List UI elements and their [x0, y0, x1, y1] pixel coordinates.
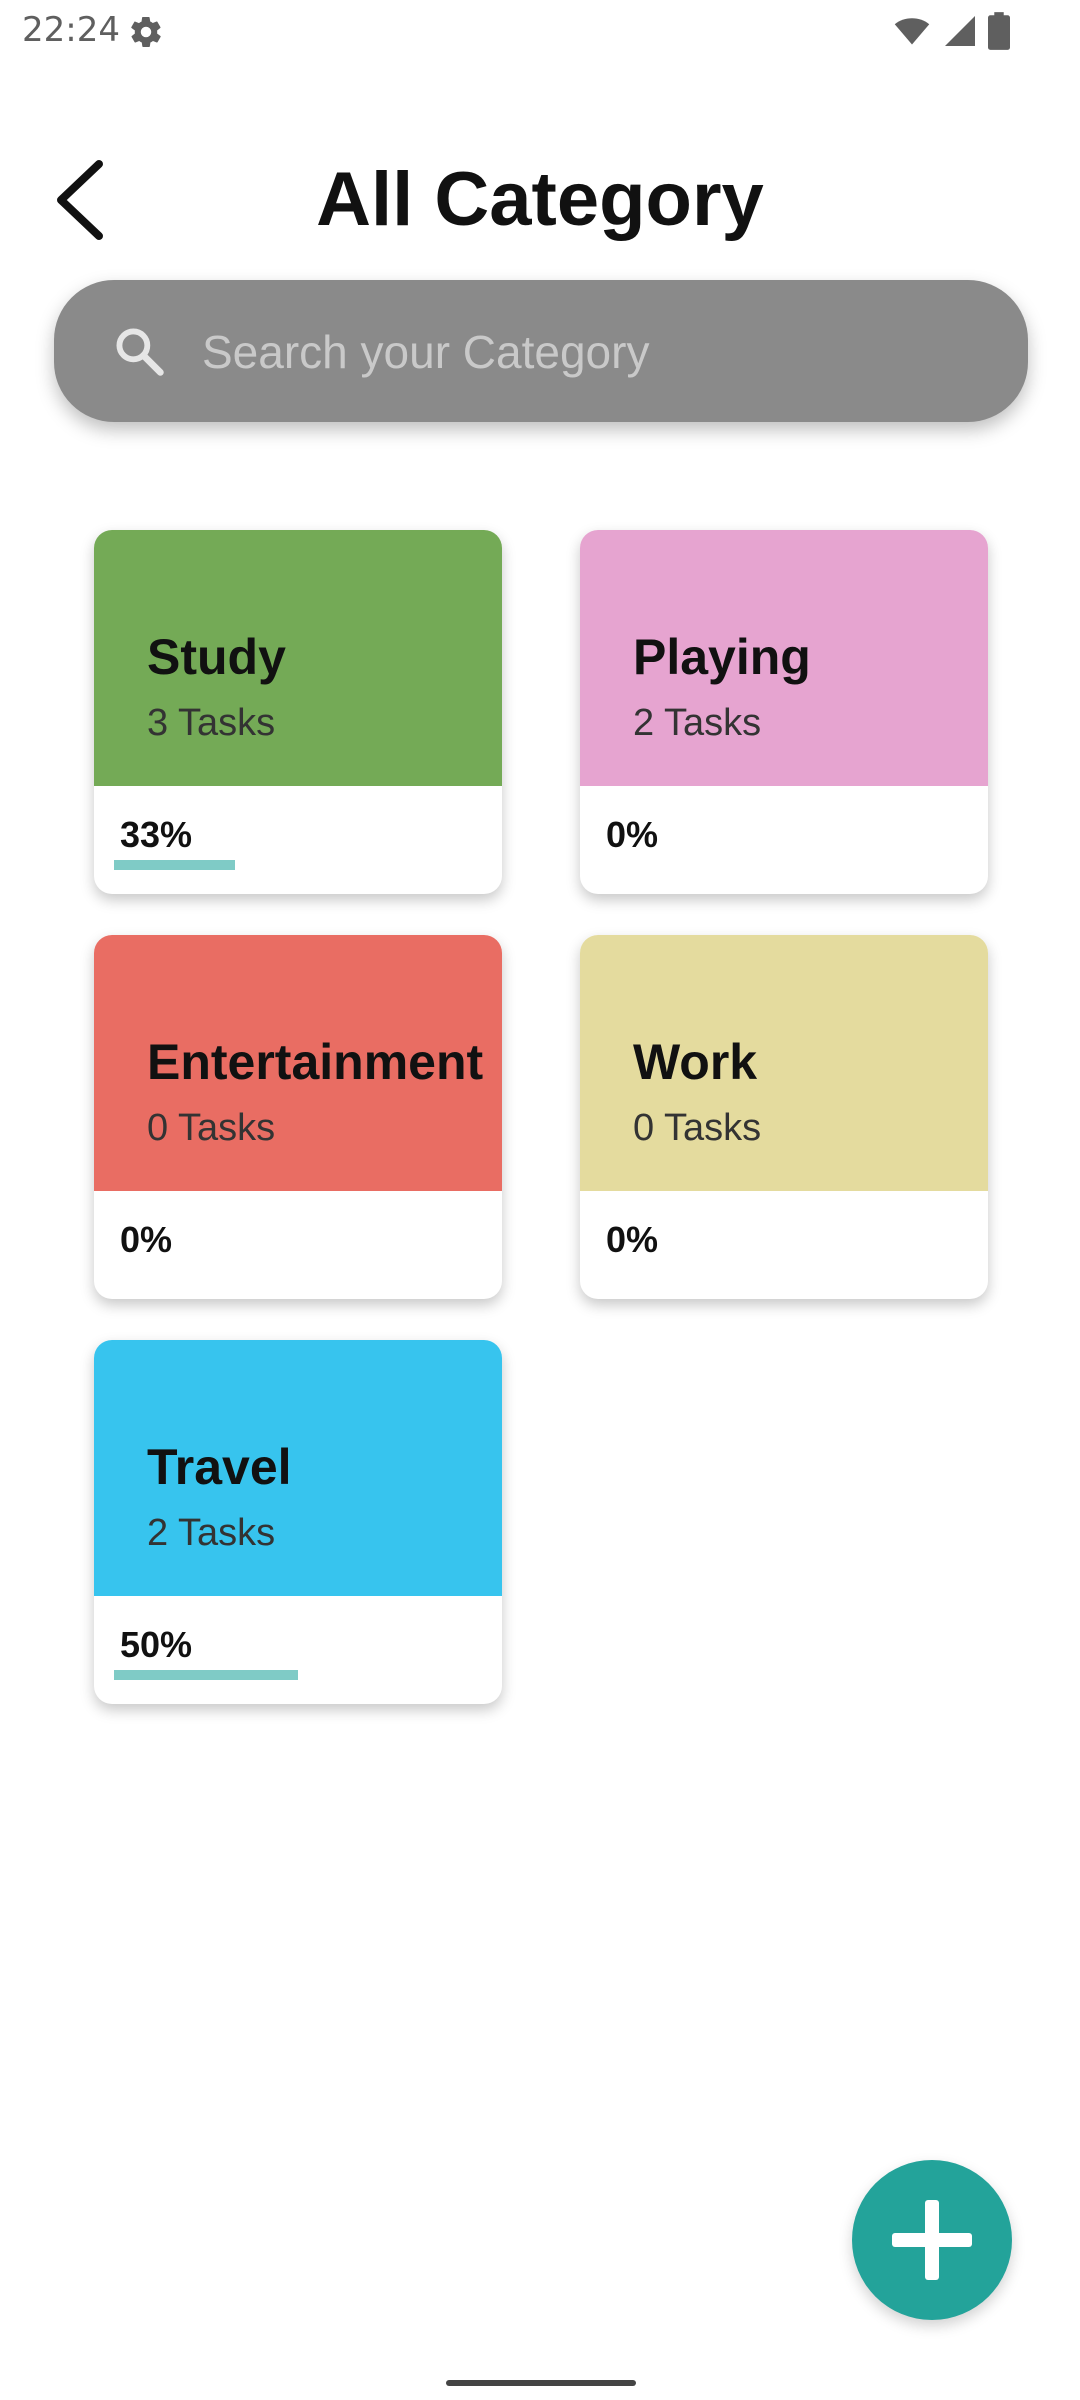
category-name: Travel — [147, 1439, 292, 1495]
progress-fill — [114, 1670, 298, 1680]
add-category-button[interactable] — [852, 2160, 1012, 2320]
category-task-count: 0 Tasks — [633, 1107, 762, 1149]
category-percent: 0% — [606, 814, 659, 855]
category-task-count: 0 Tasks — [147, 1107, 276, 1149]
progress-bar — [600, 1265, 968, 1275]
category-card-work[interactable]: Work 0 Tasks 0% — [580, 935, 988, 1299]
progress-bar — [114, 860, 482, 870]
search-input[interactable] — [200, 280, 1004, 424]
card-color-header: Entertainment 0 Tasks — [94, 935, 502, 1191]
category-task-count: 3 Tasks — [147, 702, 276, 744]
card-color-header: Study 3 Tasks — [94, 530, 502, 786]
status-bar: 22:24 — [0, 0, 1080, 62]
category-task-count: 2 Tasks — [633, 702, 762, 744]
gesture-nav-bar[interactable] — [446, 2380, 636, 2386]
wifi-icon — [894, 18, 930, 45]
gear-icon — [131, 16, 161, 48]
category-name: Work — [633, 1034, 758, 1090]
search-bar[interactable] — [54, 280, 1028, 424]
progress-bar — [600, 860, 968, 870]
category-percent: 33% — [120, 814, 193, 855]
category-percent: 50% — [120, 1624, 193, 1665]
all-category-screen: 22:24 All Category Search your Category … — [0, 0, 1080, 2400]
category-name: Study — [147, 629, 286, 685]
status-icons — [892, 12, 1010, 50]
category-card-entertainment[interactable]: Entertainment 0 Tasks 0% — [94, 935, 502, 1299]
battery-icon — [988, 12, 1010, 50]
category-card-study[interactable]: Study 3 Tasks 33% — [94, 530, 502, 894]
card-color-header: Travel 2 Tasks — [94, 1340, 502, 1596]
category-percent: 0% — [606, 1219, 659, 1260]
category-percent: 0% — [120, 1219, 173, 1260]
category-card-playing[interactable]: Playing 2 Tasks 0% — [580, 530, 988, 894]
card-color-header: Work 0 Tasks — [580, 935, 988, 1191]
progress-bar — [114, 1670, 482, 1680]
category-card-travel[interactable]: Travel 2 Tasks 50% — [94, 1340, 502, 1704]
plus-icon — [892, 2200, 972, 2280]
progress-fill — [114, 860, 235, 870]
page-title: All Category — [316, 157, 764, 242]
category-name: Playing — [633, 629, 811, 685]
category-task-count: 2 Tasks — [147, 1512, 276, 1554]
progress-bar — [114, 1265, 482, 1275]
search-icon — [116, 328, 164, 376]
status-time: 22:24 — [22, 10, 120, 50]
signal-icon — [945, 16, 975, 46]
category-name: Entertainment — [147, 1034, 484, 1090]
card-color-header: Playing 2 Tasks — [580, 530, 988, 786]
